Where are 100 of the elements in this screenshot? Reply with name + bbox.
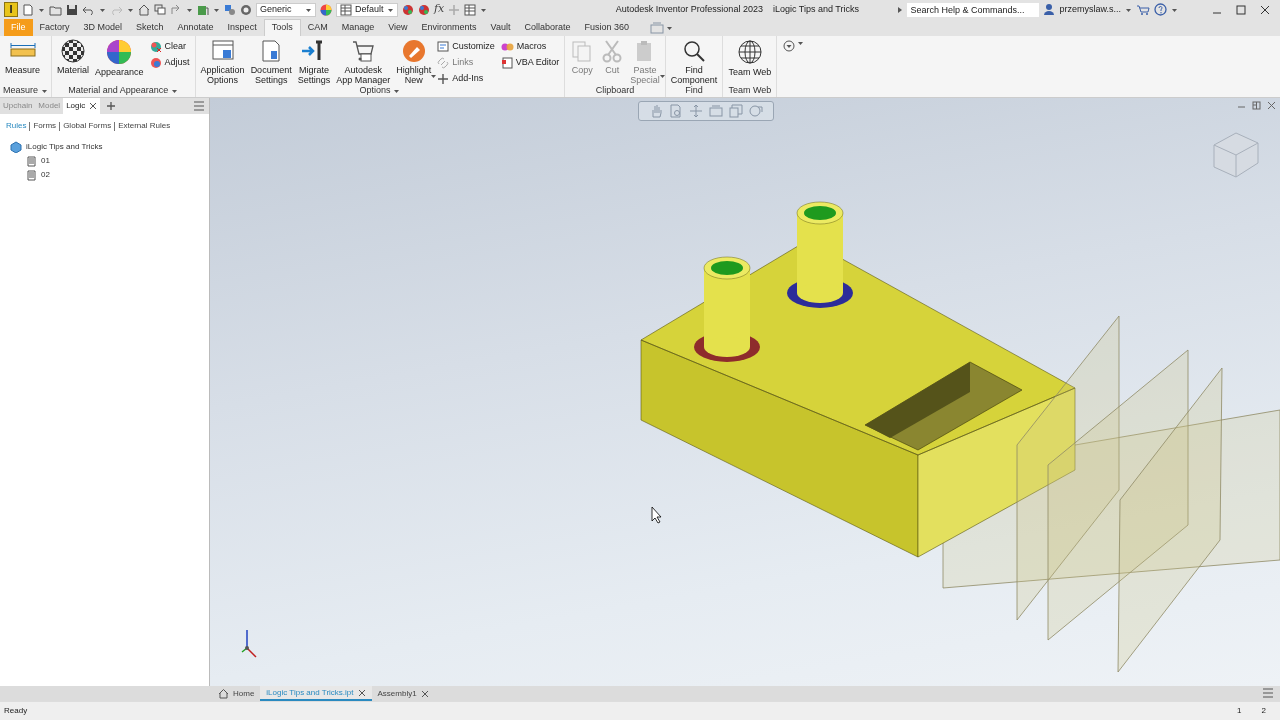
tree-item[interactable]: iLogic Tips and Tricks bbox=[26, 141, 103, 153]
ribbon-tab[interactable]: Sketch bbox=[129, 19, 171, 36]
status-text: Ready bbox=[4, 705, 28, 717]
windows-icon[interactable] bbox=[154, 3, 166, 16]
ribbon-button[interactable]: Material bbox=[55, 39, 92, 75]
ribbon-tab[interactable]: CAM bbox=[300, 19, 335, 36]
user-name[interactable]: przemyslaw.s... bbox=[1059, 2, 1121, 17]
help-icon[interactable] bbox=[1154, 3, 1167, 16]
select-icon[interactable] bbox=[224, 3, 236, 16]
panel-title[interactable]: Clipboard bbox=[568, 85, 662, 97]
restore-icon[interactable] bbox=[1252, 101, 1261, 110]
panel-title[interactable]: Find bbox=[668, 85, 720, 97]
update-icon[interactable] bbox=[197, 3, 209, 16]
caret-icon[interactable] bbox=[186, 6, 193, 13]
ribbon-button[interactable]: Macros bbox=[498, 39, 562, 54]
caret-icon[interactable] bbox=[213, 6, 220, 13]
ribbon-tab[interactable]: Annotate bbox=[170, 19, 221, 36]
caret-icon bbox=[393, 88, 401, 94]
cursor-icon bbox=[651, 506, 662, 524]
list-icon bbox=[437, 40, 450, 53]
color-ball-icon bbox=[149, 40, 162, 53]
ribbon-button[interactable]: Adjust bbox=[147, 55, 192, 70]
caret-icon[interactable] bbox=[1171, 6, 1178, 13]
browser-tab[interactable]: Logic bbox=[63, 98, 101, 114]
ribbon-button[interactable]: Autodesk App Manager bbox=[334, 39, 393, 85]
caret-icon[interactable] bbox=[1125, 6, 1132, 13]
menu-icon[interactable] bbox=[193, 101, 205, 111]
color-ball-icon[interactable] bbox=[418, 3, 430, 16]
appearance-dropdown[interactable]: Default bbox=[336, 2, 398, 17]
dropdown-icon[interactable] bbox=[783, 40, 796, 52]
ribbon-tab[interactable]: Inspect bbox=[220, 19, 264, 36]
link-icon bbox=[437, 56, 450, 69]
ribbon-button[interactable]: Team Web bbox=[726, 39, 774, 77]
parameters-button[interactable]: fx bbox=[434, 1, 445, 18]
tree-item[interactable]: 02 bbox=[41, 169, 50, 181]
color-ball-icon[interactable] bbox=[402, 3, 414, 16]
close-icon[interactable] bbox=[1260, 4, 1270, 15]
document-tab[interactable]: Home bbox=[212, 686, 261, 701]
cart-icon[interactable] bbox=[1136, 3, 1150, 16]
filter-link[interactable]: Forms bbox=[33, 120, 57, 132]
filter-link[interactable]: Rules bbox=[6, 120, 27, 132]
ribbon-button[interactable]: Clear bbox=[147, 39, 192, 54]
orbit-icon[interactable] bbox=[689, 104, 703, 118]
panel-title[interactable]: Team Web bbox=[726, 85, 774, 97]
expand-icon[interactable] bbox=[897, 5, 904, 14]
plus-icon[interactable] bbox=[106, 101, 117, 111]
ribbon-tab[interactable]: Tools bbox=[263, 19, 301, 36]
app-logo[interactable]: I bbox=[4, 2, 18, 17]
maximize-icon[interactable] bbox=[1236, 4, 1246, 15]
color-wheel-icon bbox=[106, 39, 133, 65]
ribbon-button[interactable]: Customize bbox=[435, 39, 497, 54]
filter-link[interactable]: External Rules bbox=[118, 120, 171, 132]
document-icon bbox=[500, 56, 513, 69]
ribbon-button[interactable]: Highlight New bbox=[394, 39, 434, 85]
menu-icon[interactable] bbox=[1262, 688, 1274, 698]
caret-icon[interactable] bbox=[127, 6, 134, 13]
user-icon[interactable] bbox=[1043, 3, 1056, 16]
search-field[interactable]: Search Help & Commands... bbox=[907, 2, 1040, 17]
ribbon-button[interactable]: Migrate Settings bbox=[295, 39, 333, 85]
plus-icon bbox=[437, 72, 450, 85]
return-icon[interactable] bbox=[170, 3, 182, 16]
tree-item[interactable]: 01 bbox=[41, 155, 50, 167]
ribbon-button[interactable]: Add-Ins bbox=[435, 71, 497, 86]
filter-link[interactable]: Global Forms bbox=[63, 120, 112, 132]
ribbon-button[interactable]: Find Component bbox=[668, 39, 720, 85]
caret-icon[interactable] bbox=[480, 6, 488, 13]
home-icon[interactable] bbox=[138, 3, 150, 16]
ribbon-tab[interactable]: Fusion 360 bbox=[577, 19, 636, 36]
ribbon-button[interactable]: VBA Editor bbox=[498, 55, 562, 70]
page-number[interactable]: 2 bbox=[1261, 705, 1266, 717]
ribbon-button[interactable]: Application Options bbox=[198, 39, 247, 85]
ribbon-tab[interactable]: Factory bbox=[32, 19, 77, 36]
close-icon bbox=[357, 688, 366, 697]
panel-title[interactable]: Material and Appearance bbox=[55, 85, 192, 97]
style-dropdown[interactable]: Generic bbox=[256, 2, 316, 17]
ribbon-tab[interactable]: Manage bbox=[334, 19, 382, 36]
ribbon-tab[interactable]: Environments bbox=[414, 19, 484, 36]
new-file-icon[interactable] bbox=[22, 3, 34, 16]
ribbon-tab[interactable]: Vault bbox=[483, 19, 518, 36]
ribbon-button[interactable]: Measure bbox=[3, 39, 42, 75]
color-wheel-icon[interactable] bbox=[320, 3, 332, 16]
caret-icon[interactable] bbox=[38, 6, 45, 13]
open-folder-icon[interactable] bbox=[49, 3, 62, 16]
globe-icon bbox=[736, 39, 763, 65]
ribbon-button[interactable]: Document Settings bbox=[248, 39, 294, 85]
panel-title[interactable]: Options bbox=[198, 85, 562, 97]
document-title: iLogic Tips and Tricks bbox=[772, 2, 859, 16]
ribbon-tab[interactable]: View bbox=[381, 19, 415, 36]
document-tab[interactable]: Assembly1 bbox=[371, 686, 435, 701]
panel-title[interactable]: Measure bbox=[3, 85, 48, 97]
caret-icon[interactable] bbox=[99, 6, 106, 13]
save-icon[interactable] bbox=[66, 3, 78, 16]
axis-triad-icon bbox=[241, 629, 257, 658]
ribbon-button[interactable]: Appearance bbox=[93, 39, 146, 77]
page-number[interactable]: 1 bbox=[1237, 705, 1242, 717]
caret-icon[interactable] bbox=[666, 24, 673, 31]
ribbon-tab[interactable]: Collaborate bbox=[517, 19, 578, 36]
table-icon[interactable] bbox=[464, 3, 477, 16]
caret-icon[interactable] bbox=[797, 40, 805, 46]
ribbon-tab[interactable]: 3D Model bbox=[76, 19, 130, 36]
